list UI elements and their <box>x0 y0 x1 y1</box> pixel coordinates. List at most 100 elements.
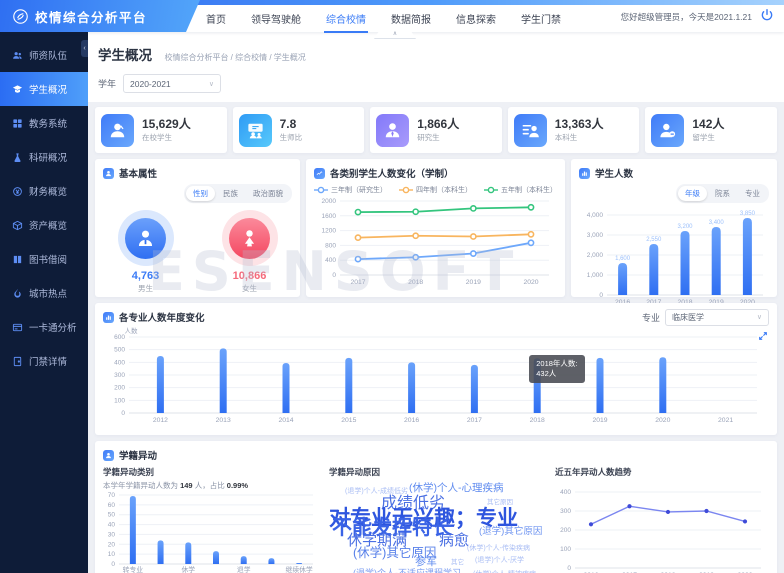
major-select-value: 临床医学 <box>672 312 704 323</box>
page-title: 学生概况 <box>98 48 152 63</box>
sidebar-item-label: 财务概览 <box>29 184 67 198</box>
svg-text:4,000: 4,000 <box>587 212 604 219</box>
major-select[interactable]: 临床医学 ∨ <box>665 309 769 326</box>
tab-basic-2[interactable]: 民族 <box>216 186 245 201</box>
tab-count-1[interactable]: 年级 <box>678 186 707 201</box>
stat-card-value: 13,363人 <box>555 118 604 131</box>
svg-text:2,550: 2,550 <box>646 237 662 243</box>
stat-card-4[interactable]: 13,363人本科生 <box>508 107 640 153</box>
svg-text:300: 300 <box>114 372 125 379</box>
breadcrumb: 校情综合分析平台 / 综合校情 / 学生概况 <box>164 53 305 62</box>
change-trend-line-chart[interactable]: 010020030040020162017201820192020 <box>555 484 769 573</box>
svg-text:400: 400 <box>114 359 125 366</box>
money-icon <box>12 186 23 197</box>
svg-text:20: 20 <box>108 541 116 548</box>
sidebar-item-4[interactable]: 科研概况 <box>0 140 88 174</box>
nav-item-1[interactable]: 首页 <box>206 11 226 26</box>
nav-item-3[interactable]: 综合校情 <box>326 11 366 26</box>
sidebar-item-label: 城市热点 <box>29 286 67 300</box>
sidebar-item-10[interactable]: 门禁详情 <box>0 344 88 378</box>
student-count-bar-chart[interactable]: 01,0002,0003,0004,0001,60020162,55020173… <box>579 203 769 307</box>
legend-item-3[interactable]: 五年制（本科生） <box>484 185 557 195</box>
sidebar-item-label: 教务系统 <box>29 116 67 130</box>
sidebar-item-5[interactable]: 财务概览 <box>0 174 88 208</box>
top-header: 校情综合分析平台 首页领导驾驶舱综合校情数据简报信息探索学生门禁 ∧ 您好超级管… <box>0 0 784 32</box>
sidebar-item-3[interactable]: 教务系统 <box>0 106 88 140</box>
stat-card-label: 本科生 <box>555 132 604 143</box>
sidebar-collapse-icon[interactable]: ‹ <box>81 40 88 57</box>
svg-text:1,600: 1,600 <box>615 256 631 262</box>
nav-item-6[interactable]: 学生门禁 <box>521 11 561 26</box>
svg-text:3,200: 3,200 <box>677 224 693 230</box>
svg-text:2019: 2019 <box>466 279 481 286</box>
change-reason-section: 学籍异动原因 (退学)个人-成绩低劣(休学)个人-心理疾病成绩低劣其它原因对专业… <box>329 466 543 573</box>
sidebar-item-label: 一卡通分析 <box>29 320 77 334</box>
major-bar-chart[interactable]: 0100200300400500600人数2012201320142015201… <box>103 325 769 425</box>
legend-item-2[interactable]: 四年制（本科生） <box>399 185 472 195</box>
svg-text:10: 10 <box>108 551 116 558</box>
swirl-logo-icon <box>12 8 29 25</box>
panel-title: 基本属性 <box>119 166 157 180</box>
sidebar-item-label: 学生概况 <box>29 82 67 96</box>
top-nav: 首页 领导驾驶舱 综合校情 数据简报 信息探索 学生门禁 <box>206 5 561 32</box>
card-icon <box>12 322 23 333</box>
panel-icon <box>103 312 114 323</box>
svg-text:600: 600 <box>114 334 125 341</box>
svg-text:退学: 退学 <box>237 565 251 573</box>
svg-text:3,000: 3,000 <box>587 232 604 239</box>
change-category-bar-chart[interactable]: 010203040506070转专业休学退学继续休学 <box>103 491 317 573</box>
nav-item-4[interactable]: 数据简报 <box>391 11 431 26</box>
stat-card-1[interactable]: 15,629人在校学生 <box>95 107 227 153</box>
svg-text:人数: 人数 <box>125 326 139 335</box>
program-line-chart[interactable]: 04008001200160020002017201820192020 <box>314 195 557 287</box>
nav-item-2[interactable]: 领导驾驶舱 <box>251 11 301 26</box>
svg-text:1,000: 1,000 <box>587 272 604 279</box>
svg-text:2021: 2021 <box>718 417 733 424</box>
brand-banner: 校情综合分析平台 <box>0 0 200 32</box>
grid-icon <box>12 118 23 129</box>
svg-text:1600: 1600 <box>322 213 337 220</box>
stat-card-value: 1,866人 <box>417 118 459 131</box>
svg-text:100: 100 <box>560 546 571 553</box>
stat-card-text: 13,363人本科生 <box>555 118 604 143</box>
sidebar-item-9[interactable]: 一卡通分析 <box>0 310 88 344</box>
tab-basic-3[interactable]: 政治面貌 <box>246 186 290 201</box>
tab-basic-1[interactable]: 性别 <box>186 186 215 201</box>
year-select[interactable]: 2020-2021 ∨ <box>123 74 221 93</box>
stat-card-3[interactable]: 1,866人研究生 <box>370 107 502 153</box>
cloud-word-14: 其它 <box>451 560 464 567</box>
sidebar-item-7[interactable]: 图书借阅 <box>0 242 88 276</box>
stat-card-5[interactable]: 142人留学生 <box>645 107 777 153</box>
tab-count-3[interactable]: 专业 <box>738 186 767 201</box>
legend-item-1[interactable]: 三年制（研究生） <box>314 185 387 195</box>
stat-card-2[interactable]: 7.8生师比 <box>233 107 365 153</box>
svg-text:继续休学: 继续休学 <box>286 565 313 573</box>
stat-card-text: 15,629人在校学生 <box>142 118 191 143</box>
svg-text:0: 0 <box>332 272 336 279</box>
svg-text:30: 30 <box>108 531 116 538</box>
svg-text:2020: 2020 <box>523 279 538 286</box>
sidebar-item-8[interactable]: 城市热点 <box>0 276 88 310</box>
cloud-word-9: 病愈 <box>439 533 469 548</box>
sidebar-item-2[interactable]: 学生概况 <box>0 72 88 106</box>
tab-count-2[interactable]: 院系 <box>708 186 737 201</box>
svg-text:50: 50 <box>108 512 116 519</box>
nav-item-5[interactable]: 信息探索 <box>456 11 496 26</box>
student-person-icon <box>101 114 134 147</box>
change-category-section: 学籍异动类别 本学年学籍异动人数为 149 人，占比 0.99% 0102030… <box>103 466 317 573</box>
nav-collapse-handle[interactable]: ∧ <box>374 31 416 39</box>
teacher-board-icon <box>239 114 272 147</box>
sidebar-item-label: 门禁详情 <box>29 354 67 368</box>
reason-word-cloud[interactable]: (退学)个人-成绩低劣(休学)个人-心理疾病成绩低劣其它原因对专业无兴趣；专业不… <box>329 480 543 573</box>
cloud-word-15: (退学)个人-不适应课程学习 <box>353 569 461 573</box>
stat-card-value: 142人 <box>692 118 724 131</box>
section-title: 学籍异动原因 <box>329 466 543 478</box>
svg-text:2019: 2019 <box>592 417 607 424</box>
power-icon[interactable] <box>760 8 774 22</box>
sidebar-item-6[interactable]: 资产概览 <box>0 208 88 242</box>
stat-card-label: 留学生 <box>692 132 724 143</box>
svg-text:转专业: 转专业 <box>123 565 144 573</box>
book-icon <box>12 254 23 265</box>
sidebar-item-1[interactable]: 师资队伍 <box>0 38 88 72</box>
male-stat: 4,763 男生 <box>118 210 174 294</box>
